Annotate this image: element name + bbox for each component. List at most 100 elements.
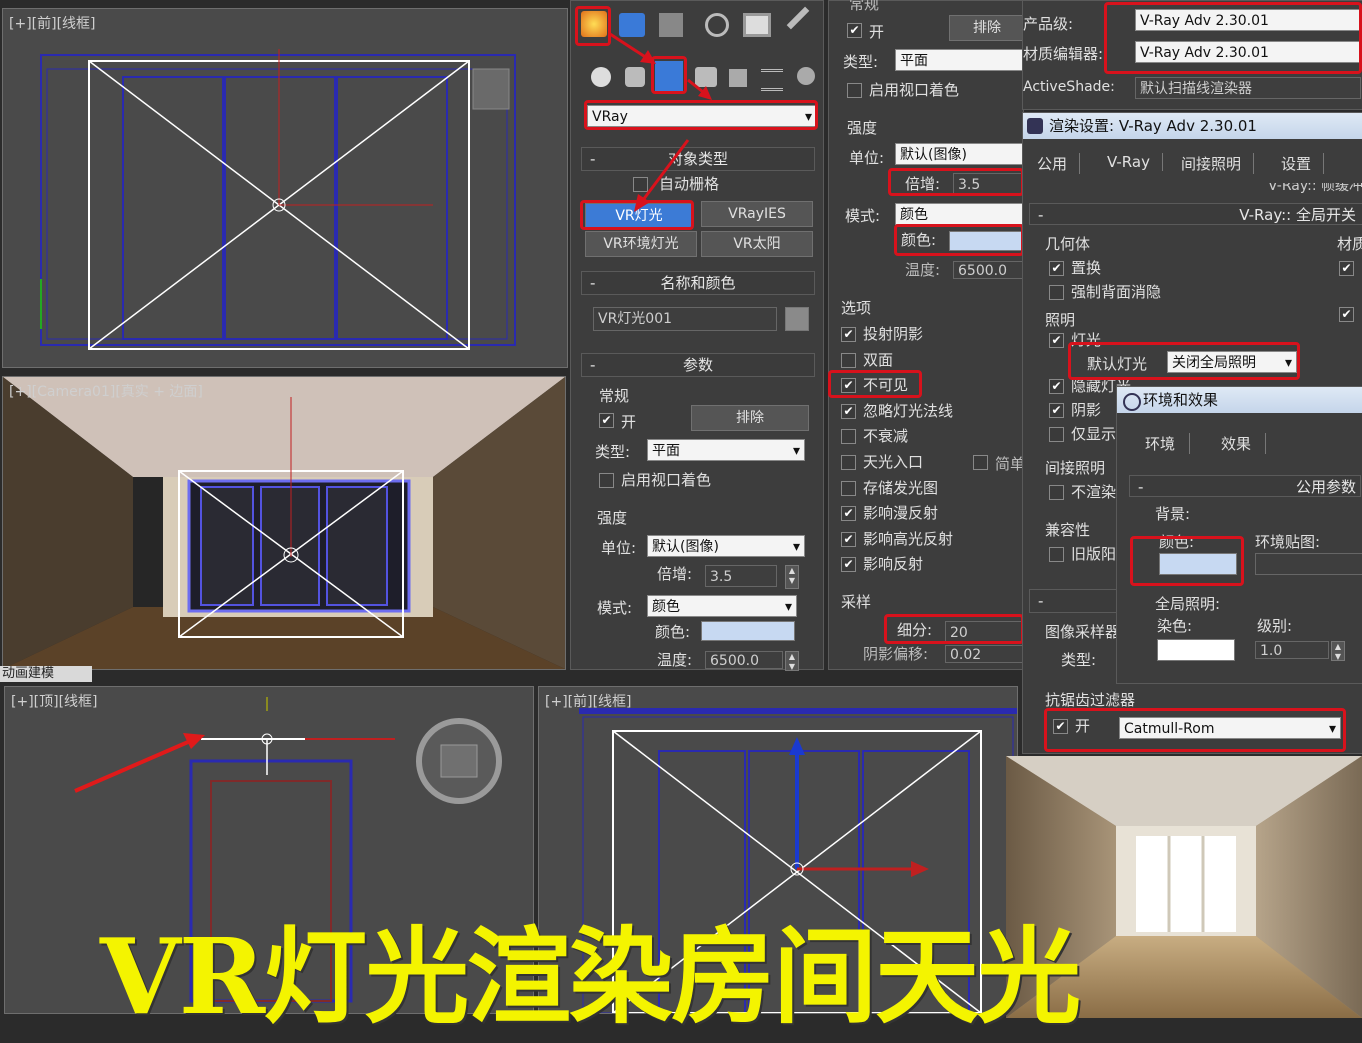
level-field[interactable]: 1.0 <box>1255 641 1329 659</box>
sampler-type-label: 类型: <box>1061 651 1097 669</box>
displacement-label: 置换 <box>1071 259 1102 277</box>
options-list: ✔ 投射阴影 双面 ✔ 不可见 ✔ 忽略灯光法线 不衰减 天光入口 存储发光图 ✔ 影响漫反射 ✔ 影响高… <box>829 323 1023 583</box>
level-spinner[interactable]: ▲ ▼ <box>1331 641 1345 661</box>
highlight-bg-color <box>1130 536 1244 586</box>
render-setup-tab[interactable]: 间接照明 <box>1181 153 1255 174</box>
annotation-arrows-panel <box>609 32 712 212</box>
tint-label: 染色: <box>1157 617 1193 635</box>
shadow-bias-field[interactable]: 0.02 <box>945 645 1023 663</box>
highlight-invisible <box>828 370 922 398</box>
simple-checkbox[interactable] <box>973 455 988 470</box>
temperature-field-2[interactable]: 6500.0 <box>953 261 1023 279</box>
multiplier-spinner[interactable]: ▲ ▼ <box>785 565 799 589</box>
highlight-default-lights <box>1068 342 1300 380</box>
render-setup-title: 渲染设置: V-Ray Adv 2.30.01 <box>1023 113 1362 139</box>
rollout-name-color[interactable]: - 名称和颜色 <box>581 271 815 295</box>
color-label: 颜色: <box>655 623 691 641</box>
hidden-lights-checkbox[interactable]: ✔ <box>1049 379 1064 394</box>
option-checkbox[interactable] <box>841 455 856 470</box>
type-label-2: 类型: <box>843 53 879 71</box>
production-label: 产品级: <box>1023 15 1074 33</box>
light-on-checkbox-2[interactable]: ✔ <box>847 23 862 38</box>
light-type-dropdown[interactable]: 平面 <box>647 439 805 462</box>
activeshade-label: ActiveShade: <box>1023 79 1115 95</box>
option-checkbox[interactable] <box>841 352 856 368</box>
viewport-color-checkbox[interactable] <box>599 473 614 488</box>
option-checkbox[interactable]: ✔ <box>841 557 856 573</box>
materials-group-label: 材质 <box>1337 235 1362 253</box>
exclude-button[interactable]: 排除 <box>691 405 809 431</box>
lights-checkbox[interactable]: ✔ <box>1049 333 1064 348</box>
global-switches-rollout[interactable]: - V-Ray:: 全局开关 <box>1029 203 1362 225</box>
unit-label-2: 单位: <box>849 149 885 167</box>
common-params-rollout[interactable]: - 公用参数 <box>1129 475 1361 497</box>
option-checkbox[interactable] <box>841 480 856 496</box>
mode-dropdown[interactable]: 颜色 <box>647 595 797 618</box>
intensity-label-2: 强度 <box>847 119 878 137</box>
viewport-color-checkbox-2[interactable] <box>847 83 862 98</box>
unit-dropdown[interactable]: 默认(图像) <box>647 535 805 558</box>
shadow-bias-label: 阴影偏移: <box>863 645 929 663</box>
rollout-parameters[interactable]: - 参数 <box>581 353 815 377</box>
object-color-swatch[interactable] <box>785 307 809 331</box>
temperature-field[interactable]: 6500.0 <box>705 651 783 669</box>
simple-label: 简单 <box>995 455 1026 473</box>
background-label: 背景: <box>1155 505 1191 523</box>
option-checkbox[interactable]: ✔ <box>841 403 856 419</box>
mode-field-2[interactable]: 颜色 <box>895 203 1023 225</box>
geometry-group-label: 几何体 <box>1045 235 1091 253</box>
viewport-label-camera[interactable]: [+][Camera01][真实 + 边面] <box>9 381 203 401</box>
render-setup-tab[interactable]: 设置 <box>1281 153 1325 174</box>
light-on-label: 开 <box>621 413 637 431</box>
render-setup-tab[interactable]: V-Ray <box>1107 153 1163 171</box>
material-editor-label: 材质编辑器: <box>1023 45 1104 63</box>
highlight-multiplier <box>888 168 1024 196</box>
light-type-field-2[interactable]: 平面 <box>895 49 1023 71</box>
exclude-button-2[interactable]: 排除 <box>949 15 1025 41</box>
option-checkbox[interactable] <box>841 429 856 445</box>
show-gi-only-checkbox[interactable] <box>1049 427 1064 442</box>
materials-checkbox-2[interactable]: ✔ <box>1339 307 1354 322</box>
light-color-swatch[interactable] <box>701 621 795 641</box>
render-setup-icon <box>1027 118 1043 134</box>
backface-label: 强制背面消隐 <box>1071 283 1162 301</box>
highlight-subdivs <box>884 614 1024 644</box>
environment-tab[interactable]: 环境 <box>1145 433 1191 454</box>
displacement-checkbox[interactable]: ✔ <box>1049 261 1064 276</box>
intensity-group-label: 强度 <box>597 509 628 527</box>
multiplier-label: 倍增: <box>657 565 693 583</box>
viewport-camera[interactable]: [+][Camera01][真实 + 边面] <box>2 376 566 670</box>
environment-tab[interactable]: 效果 <box>1221 433 1267 454</box>
option-checkbox[interactable]: ✔ <box>841 531 856 547</box>
viewport-front[interactable]: [+][前][线框] <box>2 8 568 368</box>
highlight-renderer <box>1104 2 1362 74</box>
env-map-button[interactable] <box>1255 553 1362 575</box>
shadows-checkbox[interactable]: ✔ <box>1049 403 1064 418</box>
render-setup-tab[interactable]: 公用 <box>1037 153 1081 174</box>
light-on-checkbox[interactable]: ✔ <box>599 413 614 428</box>
multiplier-field[interactable]: 3.5 <box>705 565 777 587</box>
object-name-field[interactable]: VR灯光001 <box>593 307 777 331</box>
option-label: 双面 <box>863 350 894 369</box>
option-checkbox[interactable]: ✔ <box>841 327 856 342</box>
general-label-2: 常规 <box>849 0 880 13</box>
legacy-checkbox[interactable] <box>1049 547 1064 562</box>
option-label: 天光入口 <box>863 453 924 471</box>
temperature-label-2: 温度: <box>905 261 941 279</box>
tint-swatch[interactable] <box>1157 639 1235 661</box>
temperature-spinner[interactable]: ▲ ▼ <box>785 651 799 671</box>
shadows-label: 阴影 <box>1071 401 1102 419</box>
unit-field-2[interactable]: 默认(图像) <box>895 143 1023 165</box>
image-sampler-rollout[interactable]: - <box>1029 589 1117 613</box>
lighting-group-label: 照明 <box>1045 311 1076 329</box>
backface-checkbox[interactable] <box>1049 285 1064 300</box>
materials-checkbox-1[interactable]: ✔ <box>1339 261 1354 276</box>
compat-group-label: 兼容性 <box>1045 521 1091 539</box>
activeshade-field[interactable]: 默认扫描线渲染器 <box>1135 77 1361 99</box>
no-render-label: 不渲染最终的图像 <box>1071 483 1117 501</box>
no-render-checkbox[interactable] <box>1049 485 1064 500</box>
option-checkbox[interactable]: ✔ <box>841 506 856 522</box>
frame-buffer-rollout[interactable]: V-Ray:: 帧缓冲 <box>1083 183 1362 193</box>
show-gi-only-label: 仅显示全局照明 <box>1071 425 1117 443</box>
highlight-color <box>894 224 1024 256</box>
